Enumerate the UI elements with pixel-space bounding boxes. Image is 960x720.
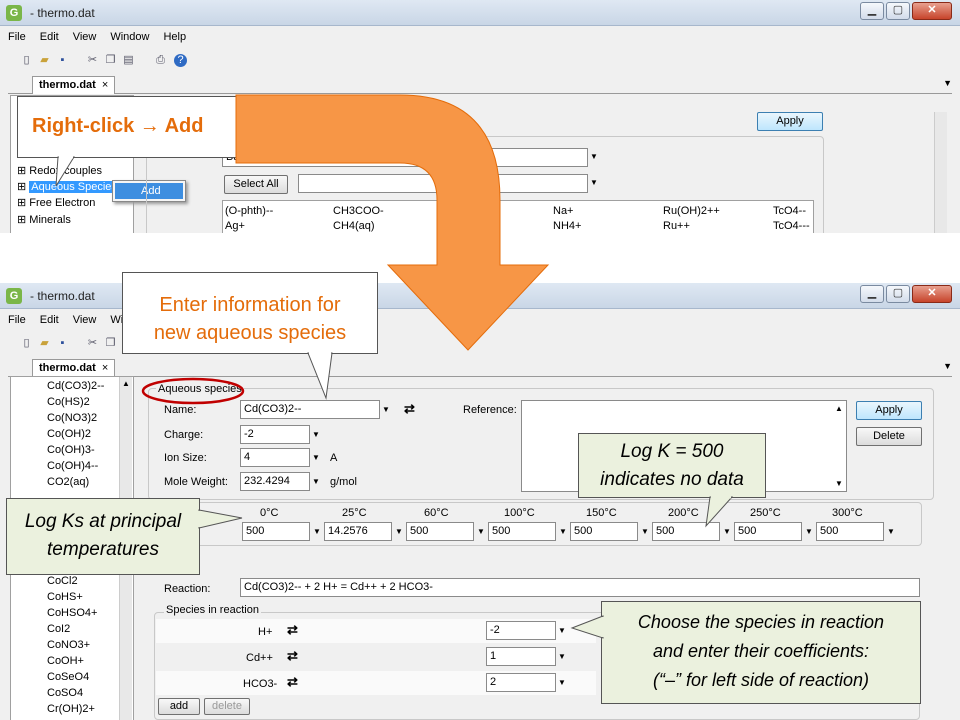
callout-text-line: Enter information for xyxy=(159,294,341,316)
callout-text-line: (“–” for left side of reaction) xyxy=(652,670,870,690)
callout-text-line: and enter their coefficients: xyxy=(652,641,870,661)
callout-pointer xyxy=(570,615,604,639)
callout-text-line: Log Ks at principal xyxy=(24,511,182,532)
enter-info-callout: Enter information for new aqueous specie… xyxy=(122,272,378,354)
logks-callout: Log Ks at principal temperatures xyxy=(6,498,200,575)
callout-text-line: indicates no data xyxy=(600,469,744,490)
callout-text-line: Choose the species in reaction xyxy=(637,612,885,632)
callout-text-line: Log K = 500 xyxy=(620,441,724,462)
callout-text-line: temperatures xyxy=(47,539,159,560)
choose-species-callout: Choose the species in reaction and enter… xyxy=(601,601,921,704)
callout-pointer xyxy=(198,509,243,529)
callout-text-line: new aqueous species xyxy=(153,322,347,344)
callout-pointer xyxy=(307,352,333,400)
callout-pointer xyxy=(705,496,734,528)
logk-500-callout: Log K = 500 indicates no data xyxy=(578,433,766,498)
